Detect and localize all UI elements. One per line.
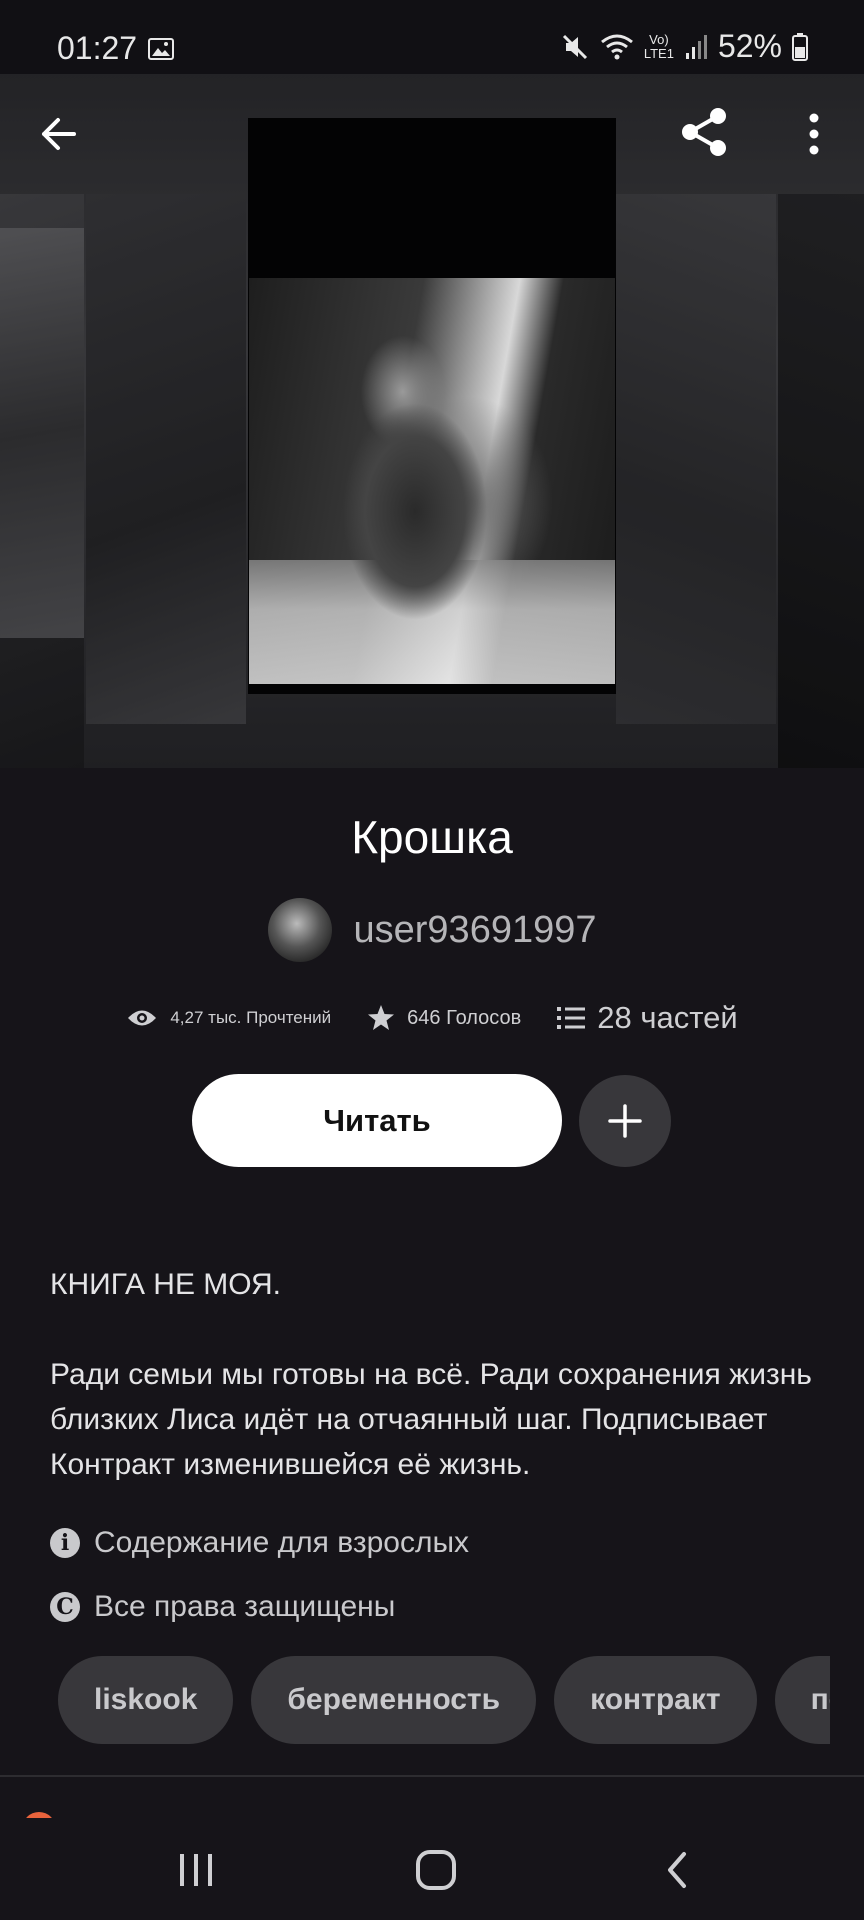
description-line: КНИГА НЕ МОЯ. (50, 1268, 281, 1301)
copyright-row: C Все права защищены (50, 1590, 395, 1624)
signal-icon (685, 34, 707, 59)
status-icons: Vo) LTE1 52% (560, 28, 808, 65)
add-to-library-button[interactable] (579, 1075, 671, 1167)
star-icon (368, 1005, 395, 1030)
copyright-icon: C (50, 1592, 80, 1622)
back-arrow-icon[interactable] (34, 108, 86, 160)
votes-stat: 646 Голосов (367, 1004, 521, 1032)
votes-count: 646 Голосов (407, 1006, 522, 1029)
tag-chip[interactable]: контракт (554, 1656, 757, 1744)
story-description: КНИГА НЕ МОЯ. Ради семьи мы готовы на вс… (50, 1262, 820, 1487)
wifi-icon (600, 34, 633, 59)
avatar[interactable] (267, 898, 332, 962)
tag-list[interactable]: liskook беременность контракт пер (58, 1656, 830, 1746)
divider (0, 1775, 864, 1777)
nav-back-icon[interactable] (660, 1848, 694, 1892)
parts-count[interactable]: 28 частей (597, 1000, 737, 1036)
author-name[interactable]: user93691997 (354, 909, 597, 952)
story-title: Крошка (351, 811, 513, 863)
mature-label: Содержание для взрослых (94, 1526, 470, 1559)
reads-stat: 4,27 тыс. Прочтений (126, 1007, 331, 1029)
status-time: 01:27 (57, 30, 138, 66)
battery-level: 52% (717, 28, 782, 64)
reads-count: 4,27 тыс. Прочтений (170, 1008, 332, 1027)
more-vert-icon[interactable] (790, 108, 838, 160)
peek-mask (0, 1818, 864, 1840)
copyright-label: Все права защищены (94, 1590, 396, 1623)
author-row[interactable]: user93691997 (0, 898, 864, 962)
plus-icon (608, 1104, 642, 1138)
cover-photo-figure (300, 330, 530, 660)
tag-chip[interactable]: беременность (251, 1656, 537, 1744)
recent-apps-icon[interactable] (176, 1850, 216, 1890)
description-paragraph: Ради семьи мы готовы на всё. Ради сохран… (50, 1358, 812, 1481)
gallery-icon (148, 38, 174, 60)
list-icon (557, 1007, 586, 1029)
tag-chip[interactable]: пер (774, 1656, 830, 1744)
info-icon: i (50, 1528, 80, 1558)
home-icon[interactable] (414, 1848, 458, 1892)
mute-icon (562, 34, 587, 59)
share-icon[interactable] (676, 104, 732, 160)
mature-content-row: i Содержание для взрослых (50, 1526, 469, 1560)
parts-stat[interactable]: 28 частей (557, 1000, 738, 1036)
story-stats: 4,27 тыс. Прочтений 646 Голосов 28 часте… (0, 1000, 864, 1036)
tag-chip[interactable]: liskook (58, 1656, 234, 1744)
volte-icon: Vo) LTE1 (643, 31, 674, 61)
battery-icon (792, 32, 808, 61)
read-button[interactable]: Читать (192, 1074, 562, 1167)
eye-icon (128, 1010, 157, 1026)
